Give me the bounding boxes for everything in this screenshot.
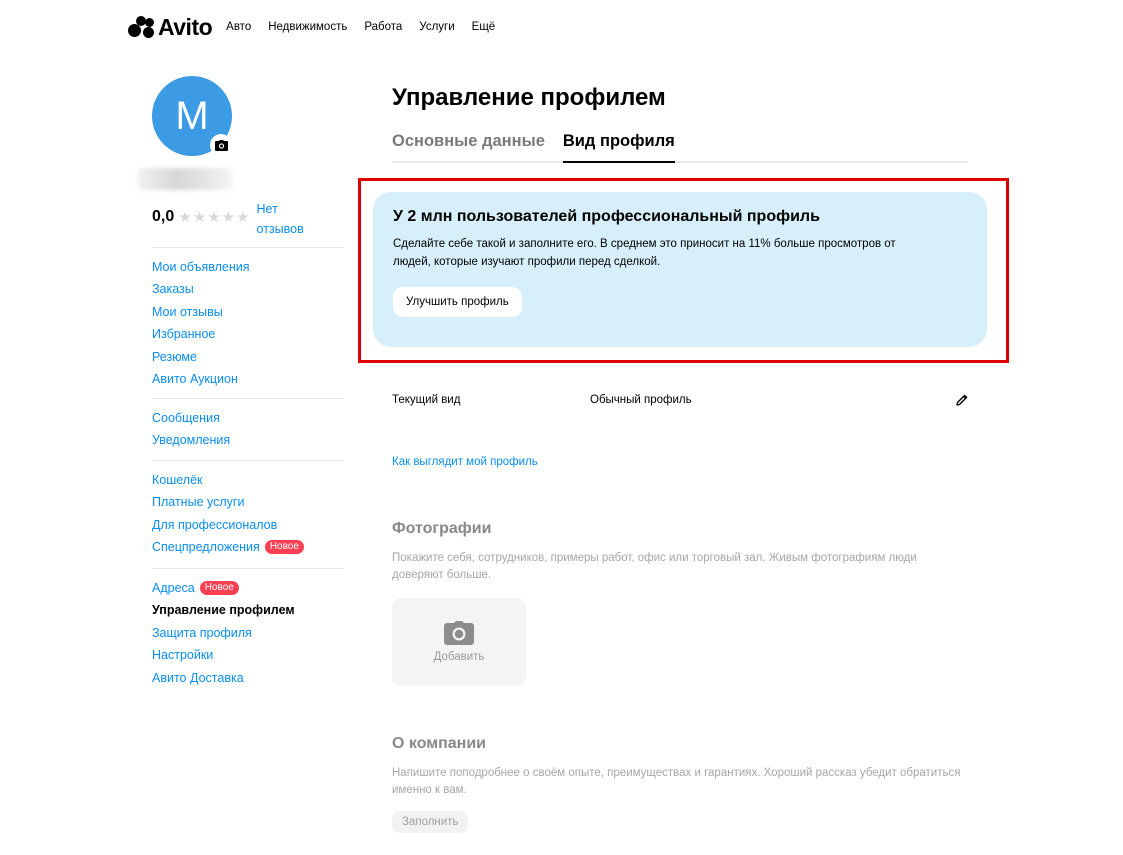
sidebar-divider bbox=[152, 568, 344, 569]
sidebar-group-services: Кошелёк Платные услуги Для профессионало… bbox=[152, 469, 344, 559]
sidebar-item-label: Управление профилем bbox=[152, 603, 295, 618]
profile-tabs: Основные данные Вид профиля bbox=[392, 128, 968, 163]
logo-dots-icon bbox=[128, 15, 156, 39]
no-reviews-line1: Нет bbox=[256, 202, 278, 216]
nav-item-more[interactable]: Ещё bbox=[472, 21, 496, 33]
sidebar-item-label: Мои объявления bbox=[152, 260, 250, 274]
sidebar-item-label: Спецпредложения bbox=[152, 540, 260, 555]
star-icon: ★ bbox=[236, 209, 250, 226]
sidebar-item-label: Мои отзывы bbox=[152, 304, 223, 319]
view-my-profile-link[interactable]: Как выглядит мой профиль bbox=[392, 456, 538, 468]
improve-profile-button[interactable]: Улучшить профиль bbox=[393, 287, 522, 317]
star-icon: ★ bbox=[178, 209, 192, 226]
nav-item-jobs[interactable]: Работа bbox=[364, 21, 402, 33]
sidebar-item-label: Резюме bbox=[152, 349, 197, 364]
nav-item-auto[interactable]: Авто bbox=[226, 21, 251, 33]
sidebar-item-favorites[interactable]: Избранное bbox=[152, 323, 344, 345]
new-badge: Новое bbox=[264, 540, 304, 555]
rating-stars: ★ ★ ★ ★ ★ bbox=[178, 208, 250, 226]
sidebar-item-profile-management[interactable]: Управление профилем bbox=[152, 599, 344, 621]
no-reviews-link[interactable]: Нет отзывов bbox=[257, 199, 317, 239]
star-icon: ★ bbox=[192, 209, 207, 226]
new-badge: Новое bbox=[199, 581, 239, 596]
tab-profile-view[interactable]: Вид профиля bbox=[562, 128, 675, 163]
sidebar-item-label: Избранное bbox=[152, 327, 216, 342]
sidebar-item-label: Сообщения bbox=[152, 411, 220, 425]
sidebar-item-notifications[interactable]: Уведомления bbox=[152, 429, 344, 451]
pencil-icon[interactable] bbox=[955, 393, 969, 407]
sidebar-item-delivery[interactable]: Авито Доставка bbox=[152, 667, 344, 689]
sidebar-item-label: Авито Доставка bbox=[152, 670, 244, 685]
sidebar-item-special-offers[interactable]: Спецпредложения Новое bbox=[152, 536, 344, 558]
star-icon: ★ bbox=[207, 209, 221, 226]
sidebar-item-my-ads[interactable]: Мои объявления bbox=[152, 256, 344, 278]
tab-basic-data[interactable]: Основные данные bbox=[392, 128, 545, 163]
sidebar-item-for-pros[interactable]: Для профессионалов bbox=[152, 514, 344, 536]
promo-title: У 2 млн пользователей профессиональный п… bbox=[393, 208, 820, 225]
sidebar-item-settings[interactable]: Настройки bbox=[152, 644, 344, 666]
camera-icon bbox=[444, 621, 474, 645]
current-view-label: Текущий вид bbox=[392, 394, 461, 406]
sidebar-group-settings: Адреса Новое Управление профилем Защита … bbox=[152, 577, 344, 689]
sidebar-item-paid-services[interactable]: Платные услуги bbox=[152, 491, 344, 513]
sidebar-item-label: Авито Аукцион bbox=[152, 371, 238, 386]
sidebar-group-messages: Сообщения Уведомления bbox=[152, 407, 344, 452]
sidebar-item-label: Защита профиля bbox=[152, 625, 252, 640]
sidebar-divider bbox=[152, 460, 344, 461]
sidebar-item-label: Для профессионалов bbox=[152, 517, 278, 532]
sidebar-divider bbox=[152, 398, 344, 399]
rating-block: 0,0 ★ ★ ★ ★ ★ Нет отзывов bbox=[152, 202, 317, 239]
camera-icon[interactable] bbox=[210, 134, 232, 156]
current-view-value: Обычный профиль bbox=[590, 394, 692, 406]
no-reviews-line2: отзывов bbox=[256, 222, 304, 236]
sidebar-group-ads: Мои объявления Заказы Мои отзывы Избранн… bbox=[152, 256, 344, 390]
company-section-title: О компании bbox=[392, 735, 486, 752]
sidebar-item-label: Платные услуги bbox=[152, 495, 245, 510]
sidebar-item-orders[interactable]: Заказы bbox=[152, 278, 344, 300]
sidebar-item-wallet[interactable]: Кошелёк bbox=[152, 469, 344, 491]
nav-item-services[interactable]: Услуги bbox=[419, 21, 454, 33]
pro-profile-promo-card: У 2 млн пользователей профессиональный п… bbox=[373, 192, 987, 347]
avatar-letter: М bbox=[175, 93, 209, 138]
top-header: Avito Авто Недвижимость Работа Услуги Ещ… bbox=[128, 12, 495, 42]
avito-logo[interactable]: Avito bbox=[128, 13, 213, 41]
sidebar-item-label: Уведомления bbox=[152, 433, 231, 448]
promo-text: Сделайте себе такой и заполните его. В с… bbox=[393, 238, 896, 268]
fill-company-button[interactable]: Заполнить bbox=[392, 811, 469, 833]
company-section-text: Напишите поподробнее о своём опыте, преи… bbox=[392, 767, 961, 796]
photos-section-text: Покажите себя, сотрудников, примеры рабо… bbox=[392, 552, 917, 581]
sidebar-item-label: Настройки bbox=[152, 648, 214, 663]
page-title: Управление профилем bbox=[392, 84, 666, 111]
add-photo-label: Добавить bbox=[433, 651, 485, 663]
photos-section-title: Фотографии bbox=[392, 520, 492, 537]
sidebar-item-label: Адреса bbox=[152, 581, 195, 595]
logo-text: Avito bbox=[158, 13, 213, 40]
sidebar-item-label: Заказы bbox=[152, 282, 194, 297]
sidebar-item-messages[interactable]: Сообщения bbox=[152, 407, 344, 429]
star-icon: ★ bbox=[221, 209, 236, 226]
sidebar-item-addresses[interactable]: Адреса Новое bbox=[152, 577, 344, 599]
sidebar-item-resume[interactable]: Резюме bbox=[152, 346, 344, 368]
sidebar-item-my-reviews[interactable]: Мои отзывы bbox=[152, 301, 344, 323]
sidebar-divider bbox=[152, 247, 344, 248]
sidebar-item-profile-protection[interactable]: Защита профиля bbox=[152, 622, 344, 644]
sidebar-item-auction[interactable]: Авито Аукцион bbox=[152, 368, 344, 390]
sidebar-item-label: Кошелёк bbox=[152, 473, 203, 487]
blurred-user-name bbox=[138, 168, 232, 190]
top-nav: Авто Недвижимость Работа Услуги Ещё bbox=[226, 21, 495, 33]
add-photo-button[interactable]: Добавить bbox=[392, 598, 526, 686]
nav-item-realty[interactable]: Недвижимость bbox=[268, 21, 347, 33]
rating-value: 0,0 bbox=[152, 208, 175, 225]
